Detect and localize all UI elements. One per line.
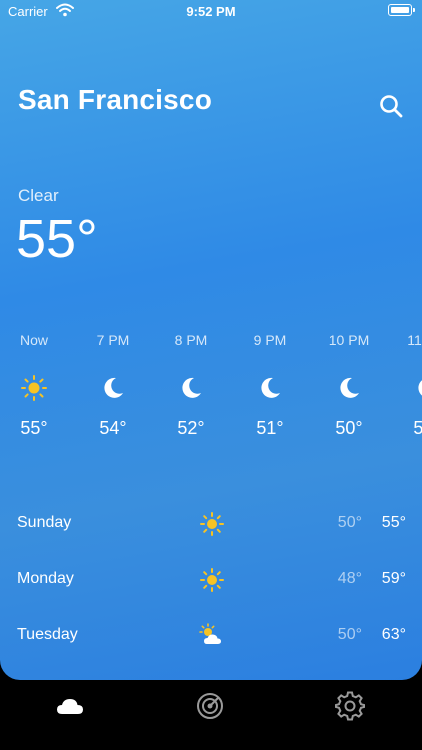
status-time: 9:52 PM — [186, 4, 236, 19]
hour-temp: 52° — [177, 418, 205, 438]
battery-icon — [388, 4, 412, 16]
hour-label: 7 PM — [96, 332, 130, 348]
day-high-temp: 55° — [381, 514, 406, 531]
current-condition: Clear — [18, 186, 59, 205]
hourly-item: 11 PM 50° — [397, 332, 422, 439]
hourly-item: 7 PM 54° — [83, 332, 143, 439]
moon-icon — [335, 374, 363, 402]
moon-icon — [413, 374, 422, 402]
day-high-temp: 63° — [381, 626, 406, 643]
hour-label: 9 PM — [253, 332, 287, 348]
hour-label: 8 PM — [174, 332, 208, 348]
hourly-item: 8 PM 52° — [161, 332, 221, 439]
moon-icon — [99, 374, 127, 402]
moon-icon — [256, 374, 284, 402]
hourly-item: 9 PM 51° — [240, 332, 300, 439]
weather-card: Carrier 9:52 PM San Francisco Clear 55° … — [0, 0, 422, 680]
moon-icon — [177, 374, 205, 402]
hour-temp: 55° — [20, 418, 48, 438]
daily-row: Tuesday 50° 63° — [0, 616, 422, 656]
hour-temp: 50° — [413, 418, 422, 438]
daily-row: Sunday 50° 55° — [0, 504, 422, 544]
hour-label: 10 PM — [328, 332, 370, 348]
day-name: Tuesday — [17, 626, 78, 643]
sun-icon — [20, 374, 48, 402]
hour-temp: 54° — [99, 418, 127, 438]
cloud-icon[interactable] — [54, 690, 86, 722]
hour-temp: 51° — [256, 418, 284, 438]
current-temperature: 55° — [16, 209, 98, 269]
sun-icon — [198, 510, 226, 538]
day-name: Monday — [17, 570, 74, 587]
status-bar: Carrier 9:52 PM — [0, 0, 422, 24]
tab-bar — [0, 680, 422, 750]
day-low-temp: 50° — [337, 514, 362, 531]
hourly-item: Now 55° — [4, 332, 64, 439]
partly-cloudy-icon — [198, 622, 226, 650]
daily-row: Monday 48° 59° — [0, 560, 422, 600]
battery-tip — [413, 8, 415, 12]
radar-icon[interactable] — [194, 690, 226, 722]
hour-temp: 50° — [335, 418, 363, 438]
gear-icon[interactable] — [334, 690, 366, 722]
sun-icon — [198, 566, 226, 594]
day-low-temp: 48° — [337, 570, 362, 587]
day-high-temp: 59° — [381, 570, 406, 587]
day-low-temp: 50° — [337, 626, 362, 643]
search-icon[interactable] — [378, 93, 404, 119]
hourly-item: 10 PM 50° — [319, 332, 379, 439]
hour-label: 11 PM — [407, 332, 422, 348]
city-title: San Francisco — [18, 84, 213, 115]
hour-label: Now — [19, 332, 48, 348]
day-name: Sunday — [17, 514, 72, 531]
